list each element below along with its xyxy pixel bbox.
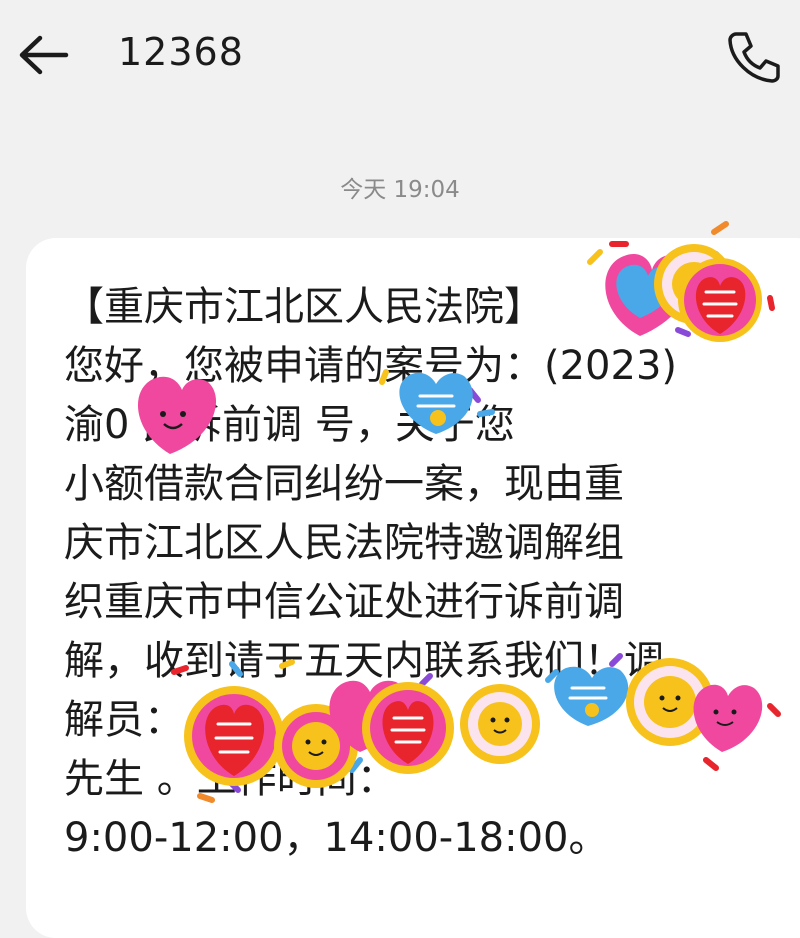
contact-title: 12368 xyxy=(118,30,244,74)
top-bar: 12368 xyxy=(0,0,800,112)
call-button[interactable] xyxy=(722,28,782,84)
message-timestamp: 今天 19:04 xyxy=(340,177,460,203)
back-button[interactable] xyxy=(14,30,74,80)
message-text[interactable]: 【重庆市江北区人民法院】 您好，您被申请的案号为：(2023) 渝0 民诉前调 … xyxy=(64,278,754,868)
arrow-left-icon xyxy=(19,35,69,75)
phone-icon xyxy=(728,32,780,83)
